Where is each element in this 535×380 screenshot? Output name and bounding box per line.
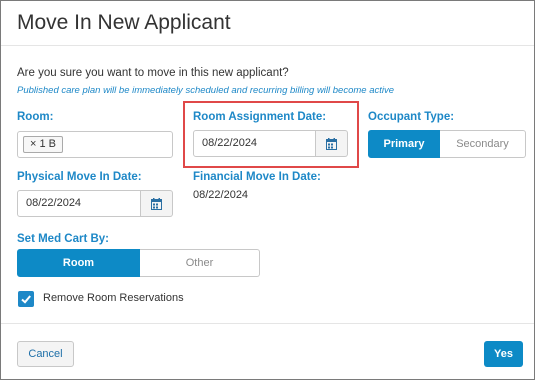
move-in-dialog: Move In New Applicant Are you sure you w… xyxy=(0,0,535,380)
med-cart-label: Set Med Cart By: xyxy=(17,233,110,245)
calendar-icon xyxy=(151,198,162,210)
occupant-secondary-button[interactable]: Secondary xyxy=(440,130,526,158)
highlight-box xyxy=(183,101,359,168)
remove-reservations-checkbox[interactable] xyxy=(18,291,34,307)
remove-reservations-label: Remove Room Reservations xyxy=(43,292,184,304)
physical-move-in-input[interactable]: 08/22/2024 xyxy=(17,190,141,217)
billing-note: Published care plan will be immediately … xyxy=(17,85,395,96)
checkmark-icon xyxy=(21,295,31,304)
room-select[interactable]: × 1 B xyxy=(17,131,173,158)
financial-move-in-value: 08/22/2024 xyxy=(193,189,249,201)
financial-move-in-label: Financial Move In Date: xyxy=(193,171,321,183)
cancel-button[interactable]: Cancel xyxy=(17,341,74,367)
med-cart-room-button[interactable]: Room xyxy=(17,249,140,277)
yes-button[interactable]: Yes xyxy=(484,341,523,367)
room-label: Room: xyxy=(17,111,54,123)
dialog-footer xyxy=(1,323,534,379)
dialog-header: Move In New Applicant xyxy=(1,1,534,46)
med-cart-other-button[interactable]: Other xyxy=(140,249,260,277)
confirm-question: Are you sure you want to move in this ne… xyxy=(17,67,289,79)
room-tag[interactable]: × 1 B xyxy=(23,136,63,153)
physical-move-in-label: Physical Move In Date: xyxy=(17,171,142,183)
dialog-title: Move In New Applicant xyxy=(17,11,231,34)
occupant-type-label: Occupant Type: xyxy=(368,111,455,123)
physical-move-in-calendar-button[interactable] xyxy=(141,190,173,217)
occupant-primary-button[interactable]: Primary xyxy=(368,130,440,158)
